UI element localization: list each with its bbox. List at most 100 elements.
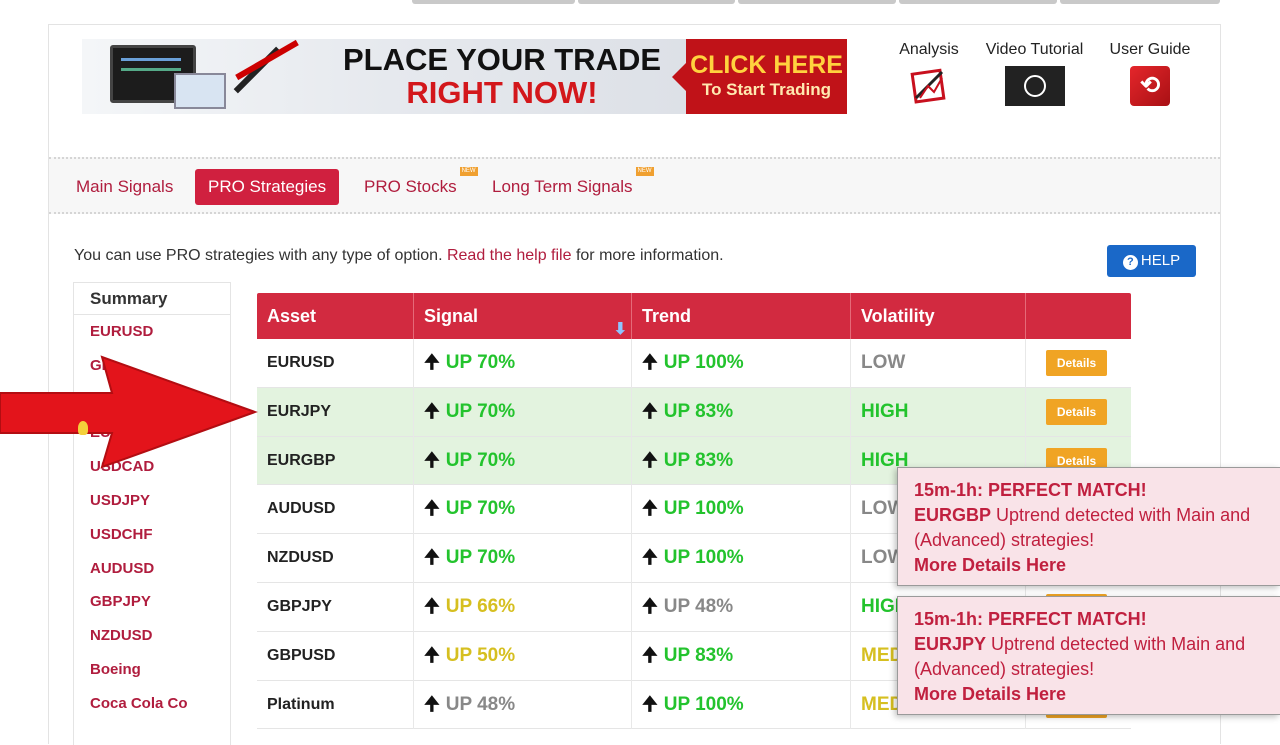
toast-details-link[interactable]: More Details Here — [914, 682, 1280, 707]
asset-cell: NZDUSD — [257, 534, 414, 583]
help-file-link[interactable]: Read the help file — [447, 247, 572, 264]
up-arrow-icon: 🠉 — [424, 400, 440, 422]
up-arrow-icon: 🠉 — [642, 352, 658, 373]
trend-value: UP 100% — [663, 498, 744, 520]
toast-title: 15m-1h: PERFECT MATCH! — [914, 480, 1147, 500]
red-arrow-overlay — [0, 355, 258, 469]
click-here-button[interactable]: CLICK HERE To Start Trading — [672, 39, 847, 114]
toast-pair: EURGBP — [914, 505, 992, 525]
col-header-trend[interactable]: Trend — [632, 293, 851, 339]
banner-headline: PLACE YOUR TRADE RIGHT NOW! — [337, 43, 667, 109]
toast-text-2: (Advanced) strategies! — [914, 530, 1095, 550]
tab-label: Long Term Signals — [492, 177, 633, 196]
sidebar-item[interactable]: GBPJPY — [74, 585, 230, 619]
top-nav-tab[interactable] — [899, 0, 1057, 4]
up-arrow-icon: 🠉 — [642, 595, 658, 617]
notification-toast[interactable]: 15m-1h: PERFECT MATCH! EURGBP Uptrend de… — [897, 467, 1280, 586]
tab-main-signals[interactable]: Main Signals — [63, 169, 186, 205]
sidebar-item[interactable]: EURUSD — [74, 315, 230, 349]
col-header-actions — [1026, 293, 1131, 339]
up-arrow-icon: 🠉 — [642, 693, 658, 715]
up-arrow-icon: 🠉 — [642, 449, 658, 471]
trend-value: UP 100% — [663, 352, 744, 373]
trend-value: UP 83% — [663, 449, 734, 471]
signal-cell: 🠉 UP 48% — [414, 680, 632, 730]
toast-title: 15m-1h: PERFECT MATCH! — [914, 609, 1147, 629]
sidebar-item[interactable]: Boeing — [74, 653, 230, 687]
signal-cell: 🠉 UP 50% — [414, 631, 632, 681]
tab-pro-stocks[interactable]: PRO Stocks NEW — [351, 167, 478, 205]
signal-value: UP 50% — [445, 644, 516, 666]
notification-toast[interactable]: 15m-1h: PERFECT MATCH! EURJPY Uptrend de… — [897, 596, 1280, 715]
top-nav-tab[interactable] — [738, 0, 896, 4]
volatility-cell: LOW — [851, 339, 1026, 388]
up-arrow-icon: 🠉 — [424, 498, 440, 520]
trend-value: UP 83% — [663, 644, 734, 666]
col-header-signal-label: Signal — [424, 306, 479, 326]
sidebar-item[interactable]: AUDUSD — [74, 552, 230, 586]
toast-text: Uptrend detected with Main and — [991, 505, 1251, 525]
up-arrow-icon: 🠉 — [424, 693, 440, 715]
video-tutorial-link[interactable]: Video Tutorial — [977, 41, 1092, 106]
asset-cell: AUDUSD — [257, 485, 414, 535]
col-header-volatility[interactable]: Volatility — [851, 293, 1026, 339]
help-button[interactable]: ? HELP — [1107, 245, 1196, 277]
signal-value: UP 70% — [445, 547, 516, 569]
table-row[interactable]: EURUSD 🠉 UP 70% 🠉 UP 100% LOW Details — [257, 339, 1131, 388]
actions-cell: Details — [1026, 388, 1131, 437]
up-arrow-icon: 🠉 — [642, 644, 658, 666]
sidebar-item[interactable]: USDCHF — [74, 518, 230, 552]
summary-sidebar: Summary EURUSDGBEURUSDCADUSDJPYUSDCHFAUD… — [73, 282, 231, 745]
signal-cell: 🠉 UP 70% — [414, 339, 632, 388]
toast-text-2: (Advanced) strategies! — [914, 659, 1095, 679]
table-row[interactable]: EURJPY 🠉 UP 70% 🠉 UP 83% HIGH Details — [257, 387, 1131, 437]
col-header-signal[interactable]: Signal ⬇ — [414, 293, 632, 339]
tab-label: PRO Stocks — [364, 177, 457, 196]
signal-value: UP 70% — [445, 400, 516, 422]
sidebar-item[interactable]: NZDUSD — [74, 619, 230, 653]
asset-cell: EURJPY — [257, 387, 414, 437]
cta-sublabel: To Start Trading — [701, 80, 832, 99]
details-button[interactable]: Details — [1046, 398, 1107, 425]
signal-cell: 🠉 UP 70% — [414, 485, 632, 535]
trend-value: UP 100% — [663, 693, 744, 715]
sidebar-item[interactable]: USDJPY — [74, 484, 230, 518]
tab-bar: Main Signals PRO Strategies PRO Stocks NE… — [49, 157, 1220, 214]
trend-cell: 🠉 UP 100% — [632, 339, 851, 388]
top-nav-tab[interactable] — [1060, 0, 1220, 4]
volatility-cell: HIGH — [851, 387, 1026, 437]
signal-value: UP 70% — [445, 352, 516, 373]
signal-value: UP 66% — [445, 595, 516, 617]
play-video-icon — [1004, 66, 1065, 106]
signal-cell: 🠉 UP 66% — [414, 582, 632, 632]
top-nav-strip — [0, 0, 1280, 6]
banner-headline-2: RIGHT NOW! — [406, 75, 598, 110]
signal-cell: 🠉 UP 70% — [414, 436, 632, 486]
tab-long-term-signals[interactable]: Long Term Signals NEW — [479, 167, 654, 205]
details-button[interactable]: Details — [1046, 350, 1107, 376]
col-header-asset[interactable]: Asset — [257, 293, 414, 339]
analysis-label: Analysis — [899, 41, 959, 58]
top-nav-tab[interactable] — [412, 0, 575, 4]
info-text: You can use PRO strategies with any type… — [74, 247, 724, 265]
top-nav-tab[interactable] — [578, 0, 735, 4]
trend-value: UP 100% — [663, 547, 744, 569]
lightbulb-icon — [78, 421, 88, 435]
signal-cell: 🠉 UP 70% — [414, 534, 632, 583]
cta-label: CLICK HERE — [690, 51, 843, 79]
toast-text: Uptrend detected with Main and — [986, 634, 1246, 654]
actions-cell: Details — [1026, 339, 1131, 388]
analysis-link[interactable]: Analysis — [894, 41, 964, 109]
toast-details-link[interactable]: More Details Here — [914, 553, 1280, 578]
sidebar-item[interactable]: Coca Cola Co — [74, 687, 230, 721]
new-badge: NEW — [635, 167, 654, 176]
new-badge: NEW — [459, 167, 478, 176]
info-text-after: for more information. — [571, 247, 724, 264]
trade-banner[interactable]: PLACE YOUR TRADE RIGHT NOW! CLICK HERE T… — [82, 39, 847, 114]
header: PLACE YOUR TRADE RIGHT NOW! CLICK HERE T… — [49, 25, 1220, 157]
trend-cell: 🠉 UP 48% — [632, 582, 851, 632]
banner-headline-1: PLACE YOUR TRADE — [342, 42, 662, 77]
trend-cell: 🠉 UP 100% — [632, 680, 851, 730]
tab-pro-strategies[interactable]: PRO Strategies — [195, 169, 340, 205]
user-guide-link[interactable]: User Guide ⟲ — [1102, 41, 1198, 106]
